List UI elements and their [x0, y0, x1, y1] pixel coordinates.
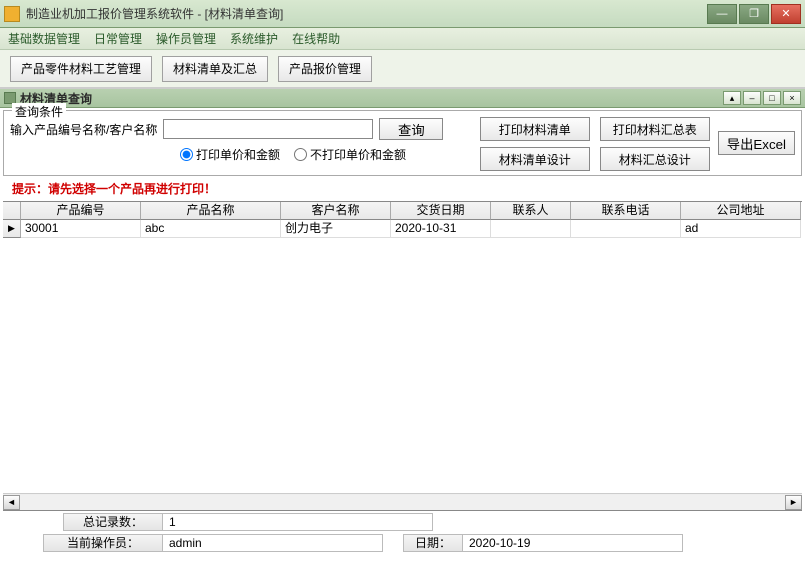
menu-help[interactable]: 在线帮助: [292, 30, 340, 47]
window-title: 制造业机加工报价管理系统软件 - [材料清单查询]: [26, 5, 705, 22]
date-value: 2020-10-19: [463, 534, 683, 552]
btn-design-material-list[interactable]: 材料清单设计: [480, 147, 590, 171]
grid-corner: [3, 202, 21, 220]
menu-basic-data[interactable]: 基础数据管理: [8, 30, 80, 47]
data-grid[interactable]: 产品编号 产品名称 客户名称 交货日期 联系人 联系电话 公司地址 ▶ 3000…: [3, 201, 802, 511]
col-contact[interactable]: 联系人: [491, 202, 571, 220]
window-titlebar: 制造业机加工报价管理系统软件 - [材料清单查询] — ❐ ✕: [0, 0, 805, 28]
radio-no-print-price-input[interactable]: [294, 148, 307, 161]
row-indicator-icon: ▶: [3, 220, 21, 238]
maximize-button[interactable]: ❐: [739, 4, 769, 24]
hint-text: 提示：请先选择一个产品再进行打印！: [0, 178, 805, 201]
query-input-label: 输入产品编号名称/客户名称: [10, 121, 157, 138]
grid-header: 产品编号 产品名称 客户名称 交货日期 联系人 联系电话 公司地址: [3, 202, 802, 220]
app-icon: [4, 6, 20, 22]
operator-value: admin: [163, 534, 383, 552]
col-phone[interactable]: 联系电话: [571, 202, 681, 220]
btn-design-material-summary[interactable]: 材料汇总设计: [600, 147, 710, 171]
btn-bom-summary[interactable]: 材料清单及汇总: [162, 56, 268, 82]
col-product-name[interactable]: 产品名称: [141, 202, 281, 220]
menu-daily[interactable]: 日常管理: [94, 30, 142, 47]
radio-print-price-input[interactable]: [180, 148, 193, 161]
menu-operator[interactable]: 操作员管理: [156, 30, 216, 47]
col-delivery-date[interactable]: 交货日期: [391, 202, 491, 220]
scroll-left-icon[interactable]: ◄: [3, 495, 20, 510]
toolbar: 产品零件材料工艺管理 材料清单及汇总 产品报价管理: [0, 50, 805, 88]
total-records-label: 总记录数：: [63, 513, 163, 531]
status-row-totals: 总记录数： 1: [3, 512, 802, 532]
col-customer[interactable]: 客户名称: [281, 202, 391, 220]
scroll-right-icon[interactable]: ►: [785, 495, 802, 510]
total-records-value: 1: [163, 513, 433, 531]
query-input[interactable]: [163, 119, 373, 139]
cell-phone[interactable]: [571, 220, 681, 238]
child-restore-up-button[interactable]: ▴: [723, 91, 741, 105]
operator-label: 当前操作员：: [43, 534, 163, 552]
btn-print-material-list[interactable]: 打印材料清单: [480, 117, 590, 141]
menubar: 基础数据管理 日常管理 操作员管理 系统维护 在线帮助: [0, 28, 805, 50]
scroll-track[interactable]: [20, 495, 785, 510]
query-legend: 查询条件: [12, 103, 66, 120]
cell-product-name[interactable]: abc: [141, 220, 281, 238]
btn-process-mgmt[interactable]: 产品零件材料工艺管理: [10, 56, 152, 82]
radio-no-print-price[interactable]: 不打印单价和金额: [294, 146, 406, 163]
btn-export-excel[interactable]: 导出Excel: [718, 131, 795, 155]
child-title: 材料清单查询: [20, 90, 723, 107]
btn-quote-mgmt[interactable]: 产品报价管理: [278, 56, 372, 82]
minimize-button[interactable]: —: [707, 4, 737, 24]
btn-print-material-summary[interactable]: 打印材料汇总表: [600, 117, 710, 141]
cell-address[interactable]: ad: [681, 220, 801, 238]
col-address[interactable]: 公司地址: [681, 202, 801, 220]
col-product-no[interactable]: 产品编号: [21, 202, 141, 220]
cell-contact[interactable]: [491, 220, 571, 238]
cell-customer[interactable]: 创力电子: [281, 220, 391, 238]
cell-product-no[interactable]: 30001: [21, 220, 141, 238]
status-row-operator: 当前操作员： admin 日期： 2020-10-19: [3, 533, 802, 553]
child-window-titlebar: 材料清单查询 ▴ – □ ×: [0, 88, 805, 108]
radio-print-price[interactable]: 打印单价和金额: [180, 146, 280, 163]
table-row[interactable]: ▶ 30001 abc 创力电子 2020-10-31 ad: [3, 220, 802, 238]
grid-body: ▶ 30001 abc 创力电子 2020-10-31 ad: [3, 220, 802, 493]
query-panel: 查询条件 输入产品编号名称/客户名称 查询 打印单价和金额 不打印单价和金额: [3, 110, 802, 176]
close-button[interactable]: ✕: [771, 4, 801, 24]
child-maximize-button[interactable]: □: [763, 91, 781, 105]
cell-delivery-date[interactable]: 2020-10-31: [391, 220, 491, 238]
menu-system[interactable]: 系统维护: [230, 30, 278, 47]
horizontal-scrollbar[interactable]: ◄ ►: [3, 493, 802, 510]
child-minimize-button[interactable]: –: [743, 91, 761, 105]
child-close-button[interactable]: ×: [783, 91, 801, 105]
date-label: 日期：: [403, 534, 463, 552]
query-button[interactable]: 查询: [379, 118, 443, 140]
